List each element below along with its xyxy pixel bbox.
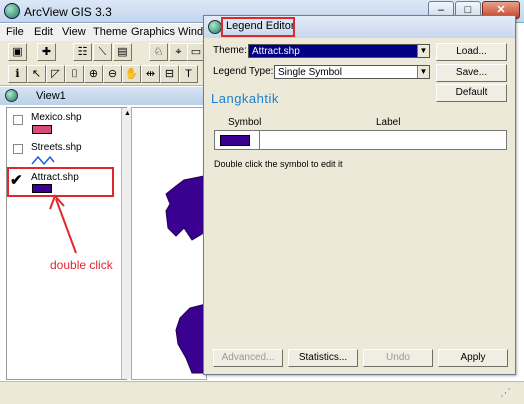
map-canvas[interactable]	[131, 107, 207, 380]
legend-editor-title-bar[interactable]: Legend Editor	[204, 16, 515, 38]
highlight-box-title	[221, 17, 295, 37]
text-icon[interactable]: T	[179, 65, 198, 83]
save-button[interactable]: Save...	[436, 64, 507, 82]
watermark-text: Langkahtik	[211, 91, 279, 106]
app-title: ArcView GIS 3.3	[24, 5, 112, 19]
legend-symbol-table[interactable]	[214, 130, 507, 150]
apply-button[interactable]: Apply	[438, 349, 508, 367]
menu-theme[interactable]: Theme	[93, 26, 127, 38]
label-column-header: Label	[376, 117, 401, 128]
legend-editor-globe-icon	[208, 20, 222, 34]
default-button[interactable]: Default	[436, 84, 507, 102]
floppy-disk-icon[interactable]: ▣	[8, 43, 27, 61]
menu-edit[interactable]: Edit	[34, 26, 53, 38]
legend-type-dropdown[interactable]: Single Symbol ▼	[274, 65, 430, 79]
theme-name-mexico[interactable]: Mexico.shp	[31, 112, 82, 123]
measure-icon[interactable]: ⇹	[141, 65, 160, 83]
theme-checkbox-mexico[interactable]	[13, 115, 23, 125]
column-divider	[259, 131, 260, 149]
legend-type-label: Legend Type:	[213, 66, 274, 77]
chevron-down-icon[interactable]: ▼	[417, 45, 429, 57]
legend-type-value: Single Symbol	[278, 67, 342, 78]
pointer-icon[interactable]: ↖	[27, 65, 46, 83]
statistics-button[interactable]: Statistics...	[288, 349, 358, 367]
legend-symbol-swatch[interactable]	[220, 135, 250, 146]
find-icon[interactable]: ♘	[149, 43, 168, 61]
menu-bar: File Edit View Theme Graphics Windo	[0, 24, 209, 41]
menu-view[interactable]: View	[62, 26, 86, 38]
load-button[interactable]: Load...	[436, 43, 507, 61]
view-title: View1	[36, 90, 66, 102]
legend-editor-window: Legend Editor Theme: Attract.shp ▼ Legen…	[203, 15, 516, 375]
zoom-out-icon[interactable]: ⊖	[103, 65, 122, 83]
undo-button[interactable]: Undo	[363, 349, 433, 367]
attract-polygons	[165, 175, 207, 374]
view-title-bar[interactable]: View1	[0, 87, 206, 105]
query-icon[interactable]: ⌖	[169, 43, 188, 61]
open-table-icon[interactable]: ▤	[113, 43, 132, 61]
symbol-column-header: Symbol	[228, 117, 262, 128]
view-globe-icon	[5, 89, 18, 102]
add-theme-icon[interactable]: ✚	[37, 43, 56, 61]
theme-label: Theme:	[213, 45, 247, 56]
arcview-globe-icon	[4, 3, 20, 19]
mexico-symbol-swatch[interactable]	[32, 125, 52, 134]
edit-legend-icon[interactable]: ⟍	[93, 43, 112, 61]
resize-grip-icon[interactable]: ⋰	[500, 386, 516, 400]
theme-name-streets[interactable]: Streets.shp	[31, 142, 82, 153]
theme-dropdown[interactable]: Attract.shp ▼	[248, 44, 430, 58]
identify-icon[interactable]: ℹ	[8, 65, 27, 83]
annotation-text: double click	[50, 258, 113, 272]
vertex-icon[interactable]: ◸	[46, 65, 65, 83]
toolbar: ▣ ✚ ☷ ⟍ ▤ ♘ ⌖ ▭ ℹ ↖ ◸ ⌷ ⊕ ⊖ ✋ ⇹ ⊟ T	[0, 41, 206, 86]
pan-icon[interactable]: ✋	[122, 65, 141, 83]
theme-checkbox-streets[interactable]	[13, 144, 23, 154]
scroll-up-icon[interactable]: ▲	[124, 110, 131, 117]
advanced-button[interactable]: Advanced...	[213, 349, 283, 367]
theme-dropdown-value: Attract.shp	[252, 46, 300, 57]
edit-hint: Double click the symbol to edit it	[214, 159, 343, 169]
chevron-down-icon[interactable]: ▼	[417, 66, 429, 78]
vertex-edit-icon[interactable]: ⌷	[65, 65, 84, 83]
annotation-arrow	[49, 194, 77, 254]
zoom-in-icon[interactable]: ⊕	[84, 65, 103, 83]
menu-graphics[interactable]: Graphics	[131, 26, 175, 38]
menu-file[interactable]: File	[6, 26, 24, 38]
theme-props-icon[interactable]: ☷	[73, 43, 92, 61]
status-bar: ⋰	[0, 381, 524, 404]
label-icon[interactable]: ⊟	[160, 65, 179, 83]
streets-line-symbol[interactable]	[31, 154, 55, 166]
